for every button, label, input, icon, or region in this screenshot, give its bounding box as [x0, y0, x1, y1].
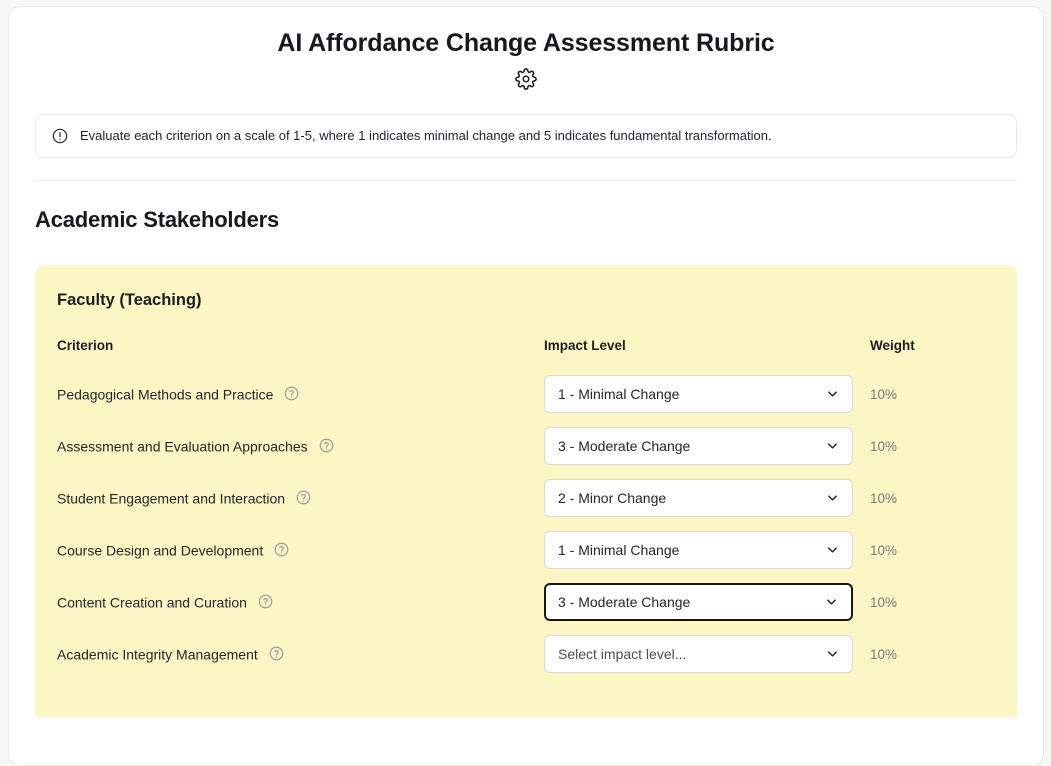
- impact-level-value: Select impact level...: [558, 646, 687, 662]
- impact-level-value: 3 - Moderate Change: [558, 594, 691, 610]
- stakeholder-card-faculty-teaching: Faculty (Teaching) Criterion Impact Leve…: [35, 265, 1017, 717]
- gear-icon[interactable]: [515, 68, 537, 90]
- weight-cell: 10%: [870, 646, 898, 662]
- impact-level-select[interactable]: 3 - Moderate Change: [544, 427, 853, 465]
- table-row: Course Design and Development 1 - Minima…: [57, 531, 995, 583]
- impact-level-cell: 1 - Minimal Change: [544, 531, 870, 583]
- rubric-table: Criterion Impact Level Weight Pedagogica…: [57, 338, 995, 687]
- weight-cell: 10%: [870, 594, 898, 610]
- impact-level-value: 1 - Minimal Change: [558, 542, 680, 558]
- weight-cell: 10%: [870, 386, 898, 402]
- table-row: Pedagogical Methods and Practice 1 - Min…: [57, 375, 995, 427]
- chevron-down-icon[interactable]: [824, 595, 839, 610]
- page-title: AI Affordance Change Assessment Rubric: [277, 29, 775, 57]
- impact-level-select[interactable]: Select impact level...: [544, 635, 853, 673]
- table-row: Content Creation and Curation 3 - Modera…: [57, 583, 995, 635]
- header-divider: [35, 180, 1017, 181]
- criterion-cell: Content Creation and Curation: [57, 583, 544, 635]
- criterion-label: Academic Integrity Management: [57, 646, 258, 663]
- impact-level-cell: 3 - Moderate Change: [544, 427, 870, 479]
- impact-level-value: 1 - Minimal Change: [558, 386, 680, 402]
- impact-level-select[interactable]: 2 - Minor Change: [544, 479, 853, 517]
- criterion-label: Content Creation and Curation: [57, 594, 247, 611]
- column-header-criterion: Criterion: [57, 338, 114, 353]
- table-header-row: Criterion Impact Level Weight: [57, 338, 995, 375]
- app-window: AI Affordance Change Assessment Rubric E…: [8, 6, 1044, 766]
- weight-cell: 10%: [870, 542, 898, 558]
- info-banner-text: Evaluate each criterion on a scale of 1-…: [80, 127, 772, 143]
- help-circle-icon[interactable]: [269, 646, 284, 661]
- chevron-down-icon[interactable]: [825, 543, 840, 558]
- criterion-label: Course Design and Development: [57, 542, 264, 559]
- criterion-cell: Academic Integrity Management: [57, 635, 544, 687]
- impact-level-select[interactable]: 1 - Minimal Change: [544, 375, 853, 413]
- criterion-cell: Course Design and Development: [57, 531, 544, 583]
- help-circle-icon[interactable]: [274, 542, 289, 557]
- chevron-down-icon[interactable]: [825, 387, 840, 402]
- info-circle-icon: [52, 128, 68, 144]
- chevron-down-icon[interactable]: [825, 439, 840, 454]
- criterion-label: Pedagogical Methods and Practice: [57, 386, 274, 403]
- impact-level-cell: 3 - Moderate Change: [544, 583, 870, 635]
- help-circle-icon[interactable]: [284, 386, 299, 401]
- weight-cell: 10%: [870, 490, 898, 506]
- impact-level-cell: Select impact level...: [544, 635, 870, 687]
- criterion-cell: Student Engagement and Interaction: [57, 479, 544, 531]
- section-title: Academic Stakeholders: [35, 207, 280, 232]
- criterion-label: Assessment and Evaluation Approaches: [57, 438, 308, 455]
- table-row: Academic Integrity Management Select imp…: [57, 635, 995, 687]
- column-header-weight: Weight: [870, 338, 915, 353]
- rubric-table-body: Pedagogical Methods and Practice 1 - Min…: [57, 375, 995, 687]
- help-circle-icon[interactable]: [296, 490, 311, 505]
- criterion-cell: Assessment and Evaluation Approaches: [57, 427, 544, 479]
- chevron-down-icon[interactable]: [825, 491, 840, 506]
- impact-level-value: 3 - Moderate Change: [558, 438, 691, 454]
- chevron-down-icon[interactable]: [825, 647, 840, 662]
- criterion-cell: Pedagogical Methods and Practice: [57, 375, 544, 427]
- criterion-label: Student Engagement and Interaction: [57, 490, 286, 507]
- impact-level-cell: 2 - Minor Change: [544, 479, 870, 531]
- column-header-impact-level: Impact Level: [544, 338, 626, 353]
- impact-level-cell: 1 - Minimal Change: [544, 375, 870, 427]
- table-row: Student Engagement and Interaction 2 - M…: [57, 479, 995, 531]
- table-row: Assessment and Evaluation Approaches 3 -…: [57, 427, 995, 479]
- weight-cell: 10%: [870, 438, 898, 454]
- settings-button[interactable]: [9, 68, 1043, 90]
- page-header: AI Affordance Change Assessment Rubric: [9, 7, 1043, 90]
- impact-level-select[interactable]: 3 - Moderate Change: [544, 583, 853, 621]
- card-title: Faculty (Teaching): [57, 291, 202, 309]
- help-circle-icon[interactable]: [319, 438, 334, 453]
- info-banner: Evaluate each criterion on a scale of 1-…: [35, 114, 1017, 158]
- impact-level-value: 2 - Minor Change: [558, 490, 667, 506]
- impact-level-select[interactable]: 1 - Minimal Change: [544, 531, 853, 569]
- help-circle-icon[interactable]: [258, 594, 273, 609]
